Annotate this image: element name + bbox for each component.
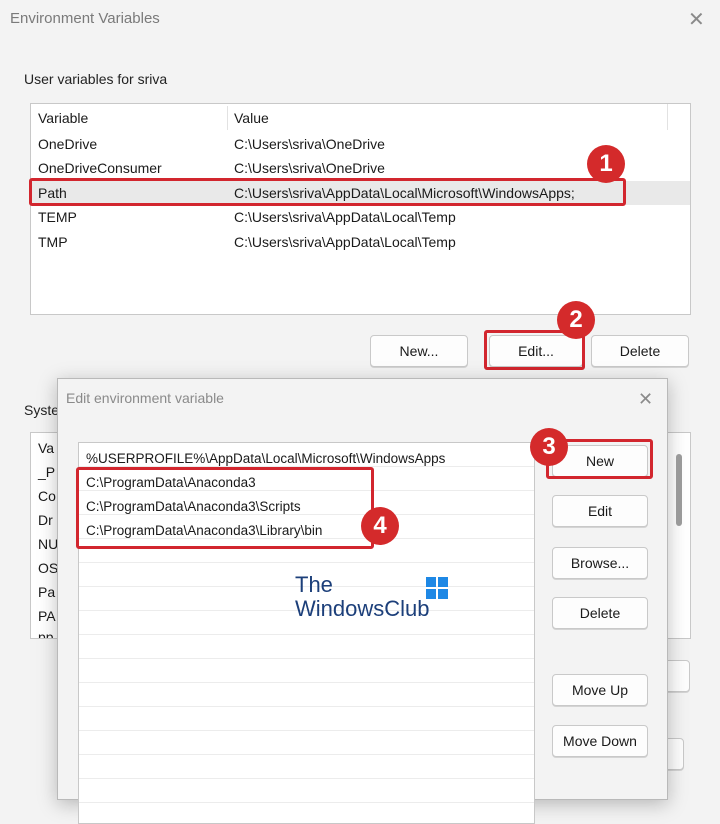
edit-environment-variable-dialog: Edit environment variable ✕ %USERPROFILE… — [57, 378, 682, 824]
variable-name: _P — [38, 464, 56, 480]
dialog-browse-button[interactable]: Browse... — [552, 547, 648, 579]
step-2-badge: 2 — [557, 301, 595, 339]
variable-name: TMP — [38, 234, 68, 250]
variable-value: C:\Users\sriva\OneDrive — [234, 160, 385, 176]
user-new-button[interactable]: New... — [370, 335, 468, 367]
user-variables-header: Variable Value — [31, 106, 690, 130]
watermark-line2: WindowsClub — [295, 596, 430, 621]
anaconda-entries-highlight — [76, 467, 374, 549]
scrollbar-thumb[interactable] — [676, 454, 682, 526]
window-title: Environment Variables — [10, 10, 160, 27]
variable-name: OneDrive — [38, 136, 98, 152]
dialog-edit-button[interactable]: Edit — [552, 495, 648, 527]
step-4-badge: 4 — [361, 507, 399, 545]
user-variables-list[interactable]: Variable Value OneDrive C:\Users\sriva\O… — [30, 103, 691, 315]
dialog-move-down-button[interactable]: Move Down — [552, 725, 648, 757]
variable-name: Pa — [38, 584, 56, 600]
variable-value: C:\Users\sriva\AppData\Local\Temp — [234, 234, 456, 250]
watermark-line1: The — [295, 572, 333, 597]
header-filler — [667, 104, 690, 130]
variable-name: Dr — [38, 512, 53, 528]
dialog-title: Edit environment variable — [66, 390, 224, 406]
watermark: The WindowsClub — [295, 573, 430, 621]
column-divider — [227, 106, 228, 130]
user-delete-button[interactable]: Delete — [591, 335, 689, 367]
window-close-icon[interactable]: ✕ — [688, 10, 705, 30]
variable-name: TEMP — [38, 209, 77, 225]
variable-value: C:\Users\sriva\AppData\Local\Temp — [234, 209, 456, 225]
column-header-value[interactable]: Value — [234, 106, 269, 130]
step-1-badge: 1 — [587, 145, 625, 183]
variable-name: OS — [38, 560, 59, 576]
system-variables-group-label: Syste — [24, 402, 60, 418]
variable-name: Co — [38, 488, 56, 504]
variable-name: OneDriveConsumer — [38, 160, 162, 176]
step-3-badge: 3 — [530, 428, 568, 466]
column-header-variable[interactable]: Variable — [38, 106, 88, 130]
user-variable-row[interactable]: TEMP C:\Users\sriva\AppData\Local\Temp — [31, 205, 690, 229]
dialog-delete-button[interactable]: Delete — [552, 597, 648, 629]
user-variable-row[interactable]: TMP C:\Users\sriva\AppData\Local\Temp — [31, 230, 690, 254]
dialog-close-icon[interactable]: ✕ — [638, 389, 653, 409]
windows-logo-icon — [426, 577, 448, 599]
variable-name: pp — [38, 629, 54, 639]
user-variables-group-label: User variables for sriva — [24, 71, 168, 87]
variable-name: Va — [38, 440, 55, 456]
variable-value: C:\Users\sriva\OneDrive — [234, 136, 385, 152]
path-row-highlight — [29, 178, 626, 206]
variable-name: NU — [38, 536, 59, 552]
dialog-move-up-button[interactable]: Move Up — [552, 674, 648, 706]
